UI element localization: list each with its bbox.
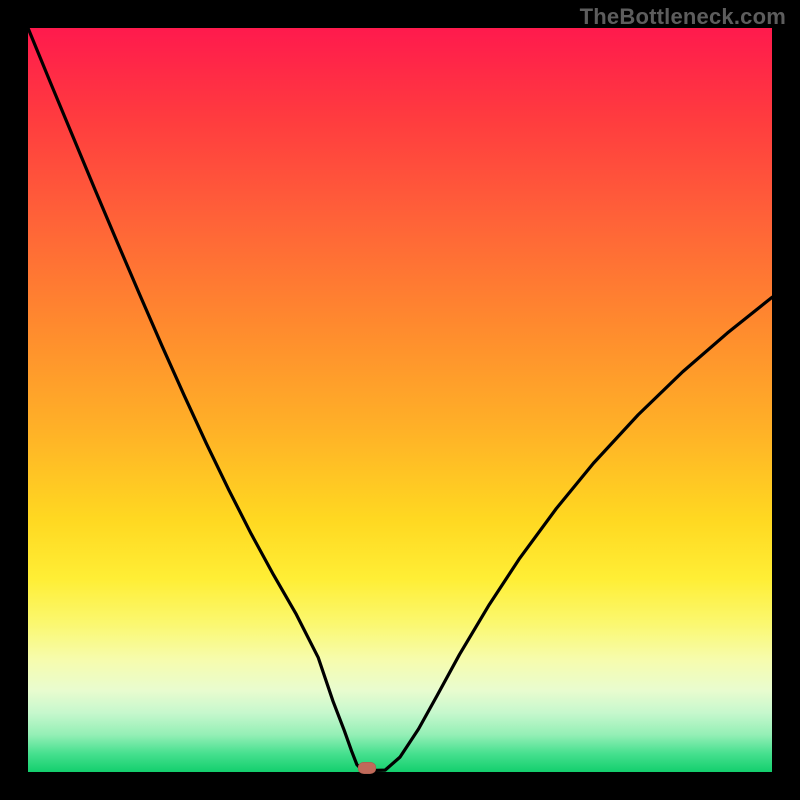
chart-frame: TheBottleneck.com (0, 0, 800, 800)
optimum-marker (358, 762, 376, 774)
bottleneck-curve (28, 28, 772, 771)
curve-svg (28, 28, 772, 772)
plot-area (28, 28, 772, 772)
watermark-text: TheBottleneck.com (580, 4, 786, 30)
